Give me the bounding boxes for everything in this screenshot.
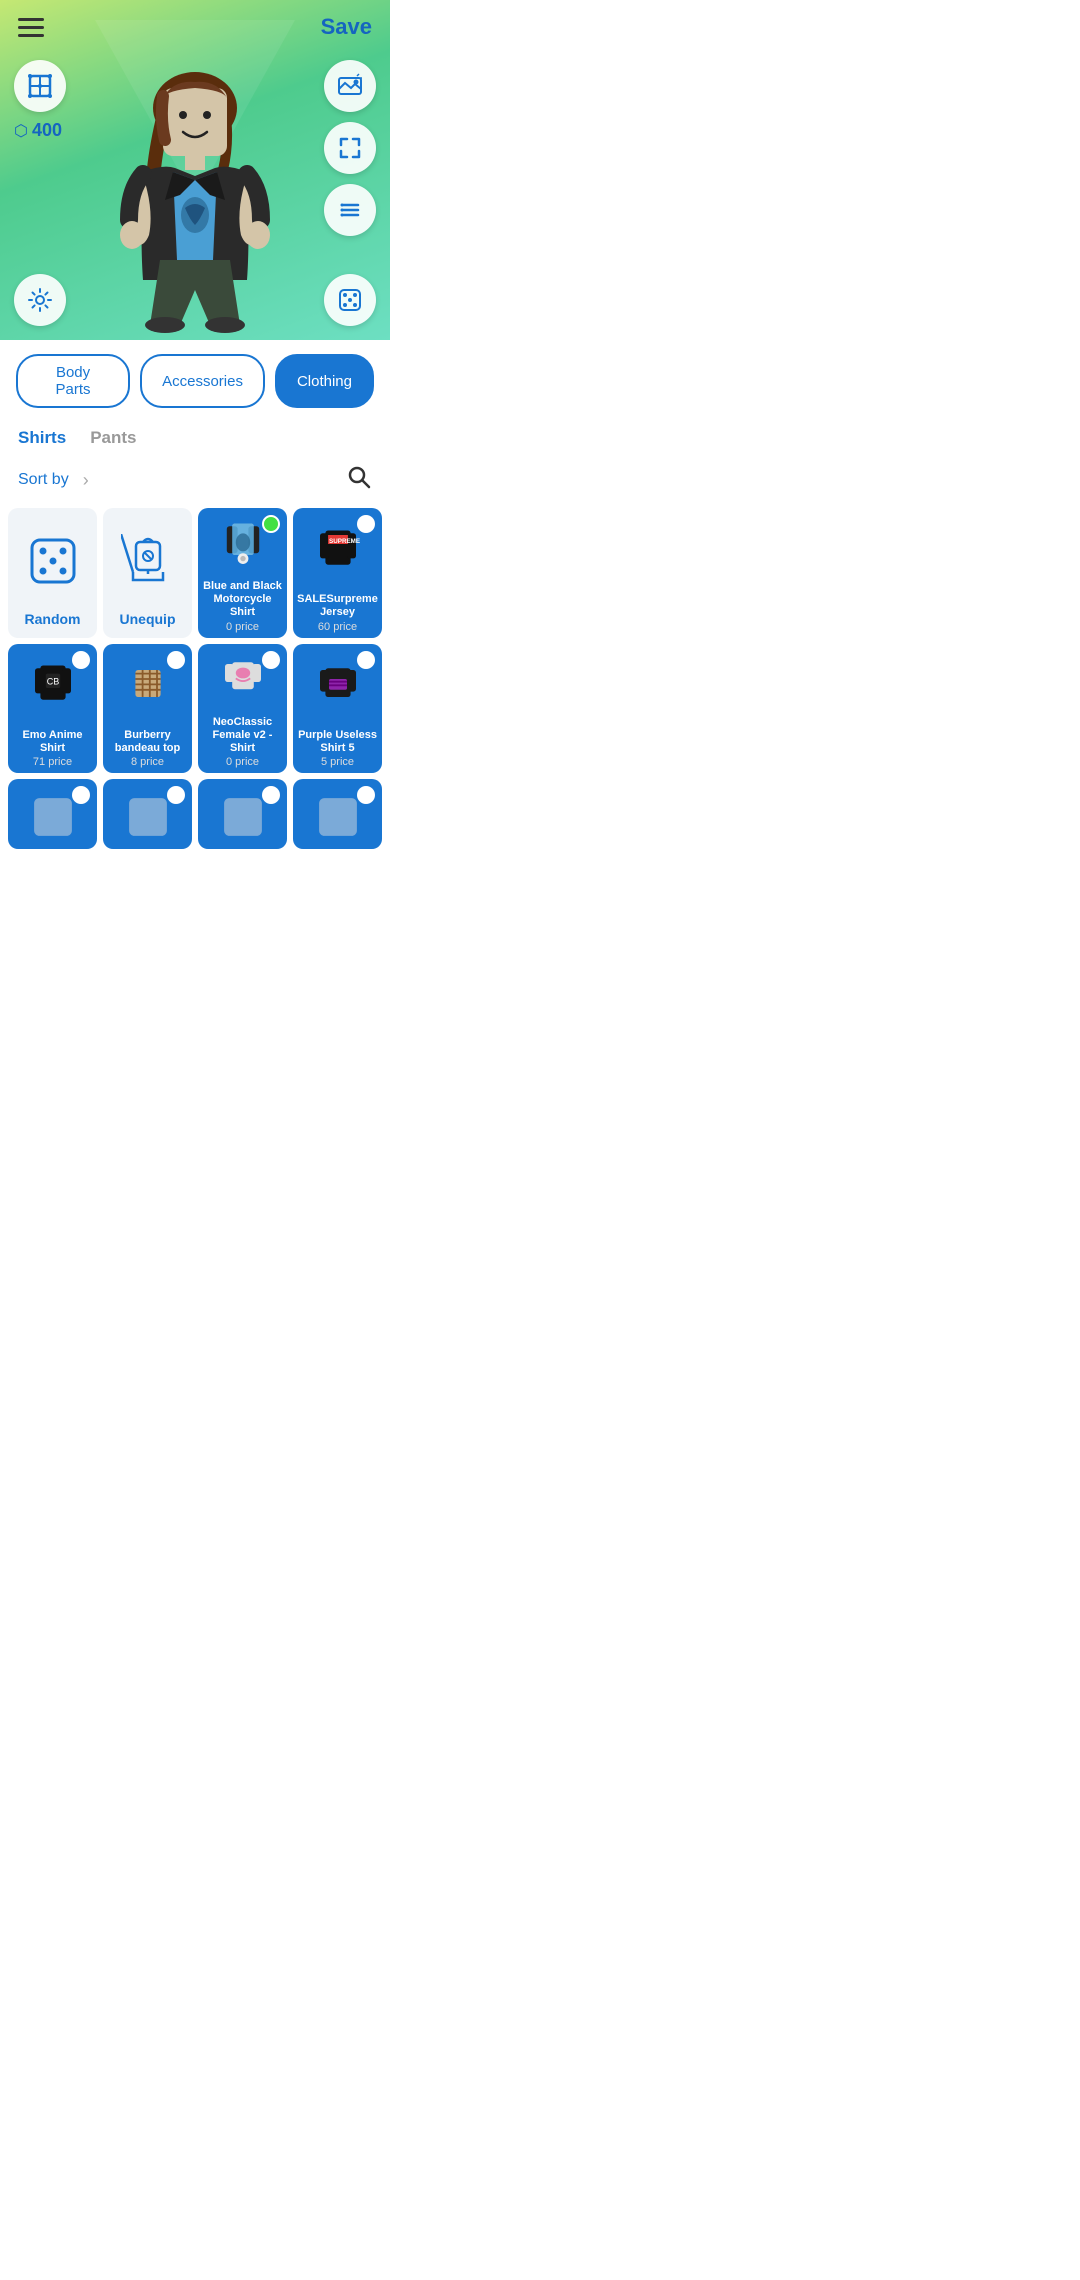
item-select-dot: [262, 651, 280, 669]
menu-button[interactable]: [18, 18, 44, 37]
item-select-dot: [357, 651, 375, 669]
save-button[interactable]: Save: [321, 14, 372, 40]
supreme-label: SALESurpreme Jersey: [293, 591, 382, 619]
item-extra-1[interactable]: [8, 779, 97, 849]
list-button[interactable]: [324, 184, 376, 236]
search-button[interactable]: [346, 464, 372, 496]
left-panel: [14, 60, 66, 112]
blue-moto-price: 0 price: [222, 620, 263, 638]
item-extra-3[interactable]: [198, 779, 287, 849]
burberry-label: Burberry bandeau top: [103, 727, 192, 755]
item-select-dot: [167, 786, 185, 804]
item-select-dot: [262, 515, 280, 533]
settings-button[interactable]: [14, 274, 66, 326]
item-select-dot: [167, 651, 185, 669]
right-panel: [324, 60, 376, 236]
currency-row: ⬡ 400: [14, 120, 62, 141]
random-label: Random: [21, 609, 85, 638]
settings-area: [14, 274, 66, 326]
supreme-price: 60 price: [314, 620, 361, 638]
tab-body-parts[interactable]: Body Parts: [16, 354, 130, 408]
item-emo[interactable]: CB Emo Anime Shirt 71 price: [8, 644, 97, 774]
dice-button[interactable]: [324, 274, 376, 326]
header-row: Save: [0, 0, 390, 54]
item-select-dot: [262, 786, 280, 804]
neoclassic-label: NeoClassic Female v2 - Shirt: [198, 714, 287, 756]
item-select-dot: [72, 651, 90, 669]
background-button[interactable]: [324, 60, 376, 112]
tab-pants[interactable]: Pants: [90, 424, 136, 452]
sort-row: Sort by ›: [0, 458, 390, 504]
burberry-price: 8 price: [127, 755, 168, 773]
tab-shirts[interactable]: Shirts: [18, 424, 66, 452]
sort-arrow: ›: [83, 470, 89, 491]
unequip-icon-area: [103, 508, 192, 609]
svg-text:CB: CB: [46, 677, 59, 687]
expand-button[interactable]: [324, 122, 376, 174]
item-select-dot: [357, 786, 375, 804]
emo-price: 71 price: [29, 755, 76, 773]
item-select-dot: [72, 786, 90, 804]
tab-accessories[interactable]: Accessories: [140, 354, 265, 408]
avatar-section: Save ⬡ 400: [0, 0, 390, 340]
emo-label: Emo Anime Shirt: [8, 727, 97, 755]
neoclassic-price: 0 price: [222, 755, 263, 773]
item-random[interactable]: Random: [8, 508, 97, 638]
sort-label: Sort by: [18, 471, 69, 489]
unequip-label: Unequip: [116, 609, 180, 638]
purple-price: 5 price: [317, 755, 358, 773]
random-icon-area: [8, 508, 97, 609]
item-neoclassic[interactable]: NeoClassic Female v2 - Shirt 0 price: [198, 644, 287, 774]
item-extra-4[interactable]: [293, 779, 382, 849]
currency-amount: 400: [32, 120, 62, 141]
item-extra-2[interactable]: [103, 779, 192, 849]
item-blue-moto[interactable]: Blue and Black Motorcycle Shirt 0 price: [198, 508, 287, 638]
currency-icon: ⬡: [14, 121, 28, 141]
avatar-character: [95, 50, 295, 340]
avatar-editor-button[interactable]: [14, 60, 66, 112]
item-purple[interactable]: Purple Useless Shirt 5 5 price: [293, 644, 382, 774]
sub-tabs: Shirts Pants: [0, 418, 390, 458]
item-burberry[interactable]: Burberry bandeau top 8 price: [103, 644, 192, 774]
randomize-area: [324, 274, 376, 326]
category-tabs: Body Parts Accessories Clothing: [0, 340, 390, 418]
svg-text:SUPREME: SUPREME: [329, 538, 360, 545]
tab-clothing[interactable]: Clothing: [275, 354, 374, 408]
item-select-dot: [357, 515, 375, 533]
items-grid: Random Unequip: [0, 504, 390, 865]
item-supreme[interactable]: SUPREME SALESurpreme Jersey 60 price: [293, 508, 382, 638]
purple-label: Purple Useless Shirt 5: [293, 727, 382, 755]
item-unequip[interactable]: Unequip: [103, 508, 192, 638]
blue-moto-label: Blue and Black Motorcycle Shirt: [198, 578, 287, 620]
